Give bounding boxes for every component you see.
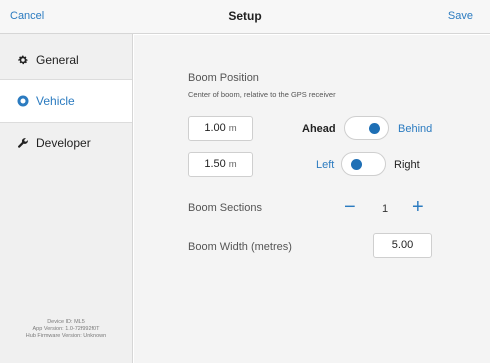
field-value: 1.00 (204, 122, 226, 134)
toggle-knob (351, 159, 362, 170)
decrease-sections-button[interactable]: − (344, 197, 356, 217)
increase-sections-button[interactable]: + (412, 197, 424, 217)
wrench-icon (17, 138, 28, 148)
version-info: Device ID: ML5 App Version: 1.0-72f992f0… (0, 319, 132, 340)
boom-sections-value: 1 (382, 203, 389, 215)
ahead-label[interactable]: Ahead (302, 123, 336, 135)
sidebar-item-label: Vehicle (36, 94, 75, 108)
save-button[interactable]: Save (448, 10, 473, 22)
boom-position-subtitle: Center of boom, relative to the GPS rece… (188, 90, 336, 99)
device-id: Device ID: ML5 (47, 319, 85, 325)
page-title: Setup (228, 9, 262, 23)
sidebar: General Vehicle Developer Device ID: ML5… (0, 34, 133, 363)
boom-width-label: Boom Width (metres) (188, 241, 292, 253)
sidebar-item-label: General (36, 53, 79, 67)
left-label[interactable]: Left (316, 159, 334, 171)
vehicle-settings-panel: Boom Position Center of boom, relative t… (134, 35, 490, 363)
toggle-knob (369, 123, 380, 134)
boom-width-field[interactable]: 5.00 (373, 233, 432, 258)
sidebar-item-label: Developer (36, 136, 91, 150)
app-version: App Version: 1.0-72f992f0T (32, 326, 100, 332)
boom-position-title: Boom Position (188, 72, 259, 84)
ahead-behind-toggle[interactable] (344, 116, 389, 140)
field-value: 1.50 (204, 158, 226, 170)
field-unit: m (228, 159, 237, 170)
left-right-toggle[interactable] (341, 152, 386, 176)
sidebar-item-vehicle[interactable]: Vehicle (0, 80, 132, 122)
sidebar-item-developer[interactable]: Developer (0, 122, 132, 164)
gear-icon (18, 55, 28, 65)
boom-offset-lateral-field[interactable]: 1.50 m (188, 152, 253, 177)
sidebar-item-general[interactable]: General (0, 39, 132, 81)
navigation-bar: Cancel Setup Save (0, 0, 490, 34)
vehicle-radio-icon (17, 95, 29, 107)
boom-offset-longitudinal-field[interactable]: 1.00 m (188, 116, 253, 141)
firmware-version: Hub Firmware Version: Unknown (25, 333, 107, 339)
field-unit: m (228, 123, 237, 134)
behind-label[interactable]: Behind (398, 123, 432, 135)
boom-sections-label: Boom Sections (188, 202, 262, 214)
right-label[interactable]: Right (394, 159, 420, 171)
